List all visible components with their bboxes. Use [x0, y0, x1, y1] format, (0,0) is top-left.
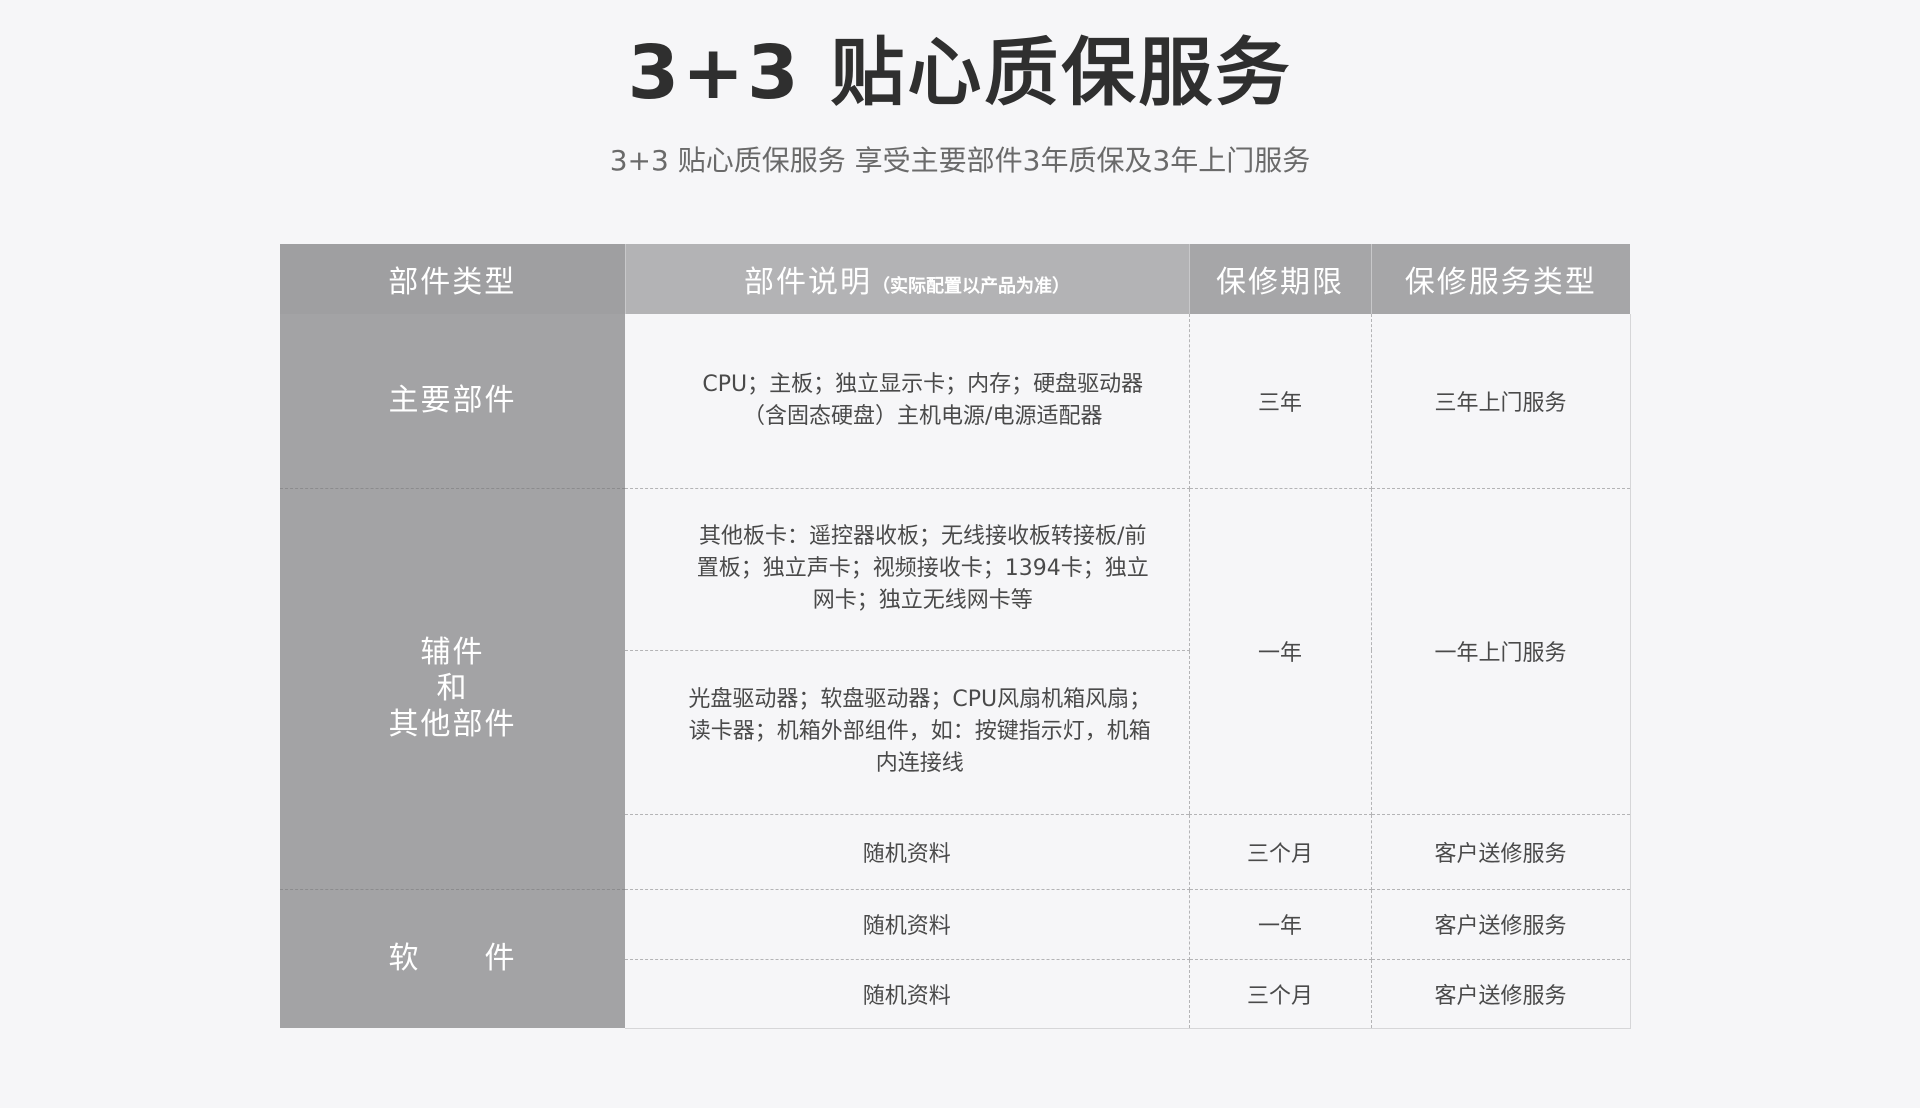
warranty-table: 部件类型 部件说明（实际配置以产品为准） 保修期限 保修服务类型 主要部件 CP…: [280, 244, 1631, 1029]
table-row-aux-1: 辅件 和 其他部件 其他板卡：遥控器收板；无线接收板转接板/前 置板；独立声卡；…: [280, 488, 1631, 890]
category-aux: 辅件 和 其他部件: [280, 488, 625, 890]
service-software-1: 客户送修服务: [1371, 889, 1631, 960]
header-service-type: 保修服务类型: [1371, 244, 1630, 314]
table-row-main: 主要部件 CPU；主板；独立显示卡；内存；硬盘驱动器 （含固态硬盘）主机电源/电…: [280, 314, 1631, 489]
desc-aux-drives-line3: 内连接线: [875, 751, 964, 776]
header-part-desc-label: 部件说明: [744, 265, 872, 300]
desc-aux-drives-line1: 光盘驱动器；软盘驱动器；CPU风扇机箱风扇；: [688, 687, 1152, 712]
service-aux-docs: 客户送修服务: [1371, 814, 1631, 890]
page-title: 3+3 贴心质保服务: [627, 30, 1293, 116]
service-main: 三年上门服务: [1371, 314, 1631, 489]
service-aux: 一年上门服务: [1371, 488, 1631, 815]
period-aux: 一年: [1189, 488, 1372, 815]
category-software: 软 件: [280, 889, 625, 1028]
desc-aux-docs: 随机资料: [625, 814, 1190, 890]
category-aux-line1: 辅件: [420, 634, 485, 670]
page-subtitle: 3+3 贴心质保服务 享受主要部件3年质保及3年上门服务: [609, 144, 1311, 177]
category-aux-line3: 其他部件: [388, 706, 517, 742]
category-main: 主要部件: [280, 314, 625, 489]
period-software-2: 三个月: [1189, 959, 1372, 1029]
table-header-row: 部件类型 部件说明（实际配置以产品为准） 保修期限 保修服务类型: [280, 244, 1630, 314]
desc-main: CPU；主板；独立显示卡；内存；硬盘驱动器 （含固态硬盘）主机电源/电源适配器: [625, 314, 1190, 489]
header-part-desc-note: （实际配置以产品为准）: [872, 276, 1070, 297]
category-aux-line2: 和: [436, 670, 469, 706]
desc-aux-boards-line3: 网卡；独立无线网卡等: [812, 588, 1033, 613]
desc-aux-boards-line1: 其他板卡：遥控器收板；无线接收板转接板/前: [699, 524, 1147, 549]
period-software-1: 一年: [1189, 889, 1372, 960]
header-part-type: 部件类型: [280, 244, 626, 314]
desc-software-1: 随机资料: [625, 889, 1190, 960]
period-aux-docs: 三个月: [1189, 814, 1372, 890]
desc-aux-drives-line2: 读卡器；机箱外部组件，如：按键指示灯，机箱: [688, 719, 1151, 744]
service-software-2: 客户送修服务: [1371, 959, 1631, 1029]
desc-main-line1: CPU；主板；独立显示卡；内存；硬盘驱动器: [702, 371, 1144, 397]
desc-aux-drives: 光盘驱动器；软盘驱动器；CPU风扇机箱风扇； 读卡器；机箱外部组件，如：按键指示…: [625, 650, 1190, 815]
desc-software-2: 随机资料: [625, 959, 1190, 1029]
desc-aux-boards: 其他板卡：遥控器收板；无线接收板转接板/前 置板；独立声卡；视频接收卡；1394…: [625, 488, 1190, 651]
desc-aux-boards-line2: 置板；独立声卡；视频接收卡；1394卡；独立: [696, 556, 1149, 581]
header-part-desc: 部件说明（实际配置以产品为准）: [625, 244, 1190, 314]
table-row-software-1: 软 件 随机资料 一年 客户送修服务: [280, 889, 1631, 1028]
period-main: 三年: [1189, 314, 1372, 489]
header-period: 保修期限: [1189, 244, 1372, 314]
desc-main-line2: （含固态硬盘）主机电源/电源适配器: [743, 403, 1103, 429]
